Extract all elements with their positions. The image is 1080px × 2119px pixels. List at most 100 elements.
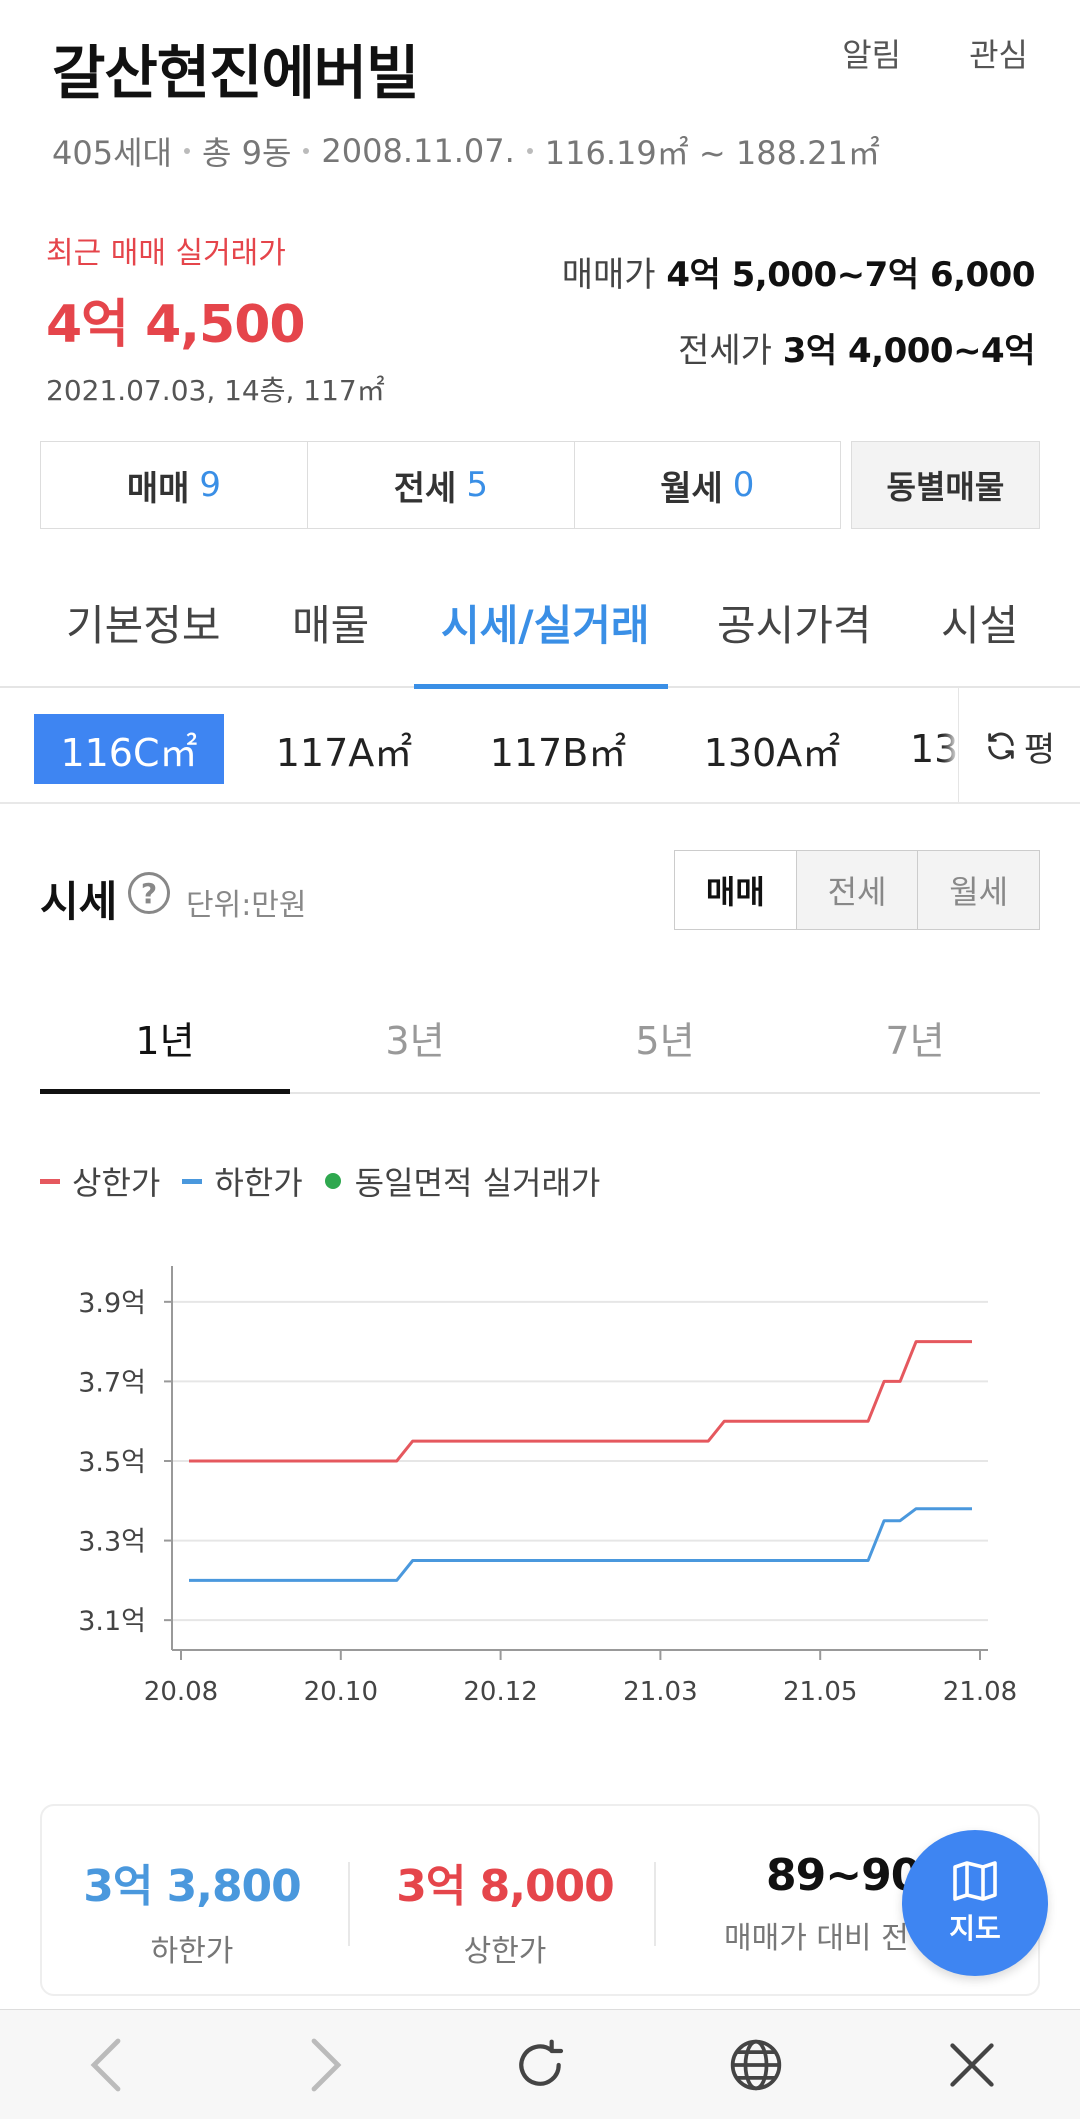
summary-lower-value: 3억 3,800 [83, 1861, 302, 1912]
back-button[interactable] [76, 2035, 136, 2095]
toggle-jeonse[interactable]: 전세 [795, 851, 918, 929]
top-links: 알림 관심 [842, 30, 1028, 76]
legend-deals: 동일면적 실거래가 [324, 1158, 601, 1204]
y-tick-label: 3.9억 [78, 1288, 146, 1319]
globe-button[interactable] [726, 2035, 786, 2095]
area-chip-130a[interactable]: 130A㎡ [682, 714, 862, 784]
browser-toolbar [0, 2009, 1080, 2119]
close-button[interactable] [942, 2035, 1002, 2095]
complex-info: 405세대 총 9동 2008.11.07. 116.19㎡ ~ 188.21㎡ [52, 128, 880, 174]
price-chart: 3.1억 3.3억 3.5억 3.7억 3.9억 20.08 20.10 20.12 21.03… [78, 1266, 1017, 1707]
chart-legend: 상한가 하한가 동일면적 실거래가 [40, 1158, 622, 1204]
unit-label: 단위:만원 [186, 888, 307, 923]
jeonse-price-range: 전세가 3억 4,000~4억 [562, 334, 1035, 368]
jeonse-price-label: 전세가 [678, 331, 772, 371]
tab-facilities[interactable]: 시설 [941, 592, 1018, 653]
area-chip-117a[interactable]: 117A㎡ [254, 714, 434, 784]
summary-upper: 3억 8,000 상한가 [360, 1850, 650, 1970]
legend-lower: 하한가 [182, 1158, 303, 1204]
favorite-link[interactable]: 관심 [969, 30, 1028, 76]
refresh-icon [988, 732, 1014, 760]
help-icon[interactable]: ? [128, 872, 170, 914]
map-button[interactable]: 지도 [902, 1830, 1048, 1976]
legend-lower-label: 하한가 [214, 1164, 303, 1202]
area-chip-116c[interactable]: 116C㎡ [34, 714, 224, 784]
forward-button[interactable] [296, 2035, 356, 2095]
main-tabs: 기본정보 매물 시세/실거래 공시가격 시설 [0, 560, 1080, 689]
x-tick-label: 21.05 [783, 1677, 857, 1707]
tab-basic-info[interactable]: 기본정보 [66, 592, 221, 653]
summary-lower: 3억 3,800 하한가 [52, 1850, 332, 1970]
toggle-monthly[interactable]: 월세 [917, 851, 1040, 929]
area-chip-117b[interactable]: 117B㎡ [468, 714, 648, 784]
jeonse-price-value: 3억 4,000~4억 [782, 331, 1036, 371]
y-tick-label: 3.5억 [78, 1447, 146, 1478]
price-section-header: 시세 ? 단위:만원 매매 전세 월세 [40, 850, 1040, 940]
sale-price-value: 4억 5,000~7억 6,000 [666, 255, 1035, 295]
household-count: 405세대 [52, 134, 172, 172]
period-tabs: 1년 3년 5년 7년 [40, 1000, 1040, 1094]
reload-button[interactable] [510, 2035, 570, 2095]
monthly-count-label: 월세 [660, 468, 723, 509]
separator-dot [303, 148, 310, 154]
period-tab-5y[interactable]: 5년 [540, 1000, 790, 1092]
period-tab-3y[interactable]: 3년 [290, 1000, 540, 1092]
toggle-sale[interactable]: 매매 [675, 851, 796, 929]
completion-date: 2008.11.07. [321, 132, 515, 170]
globe-icon [730, 2039, 782, 2091]
area-range: 116.19㎡ ~ 188.21㎡ [544, 134, 880, 172]
recent-trade-meta: 2021.07.03, 14층, 117㎡ [46, 374, 385, 407]
sale-price-range: 매매가 4억 5,000~7억 6,000 [561, 255, 1036, 295]
area-selector: 116C㎡ 117A㎡ 117B㎡ 130A㎡ 13 평 [0, 688, 1080, 804]
upper-price-line [189, 1340, 972, 1463]
x-tick-label: 20.08 [144, 1677, 218, 1707]
x-tick-label: 20.12 [463, 1677, 537, 1707]
jeonse-count-number: 5 [466, 465, 488, 505]
monthly-count-number: 0 [732, 465, 755, 505]
dong-listings-button[interactable]: 동별매물 [850, 441, 1040, 529]
tab-official-price[interactable]: 공시가격 [717, 592, 872, 653]
x-tick-label: 21.03 [623, 1677, 697, 1707]
map-icon [953, 1861, 997, 1901]
chevron-left-icon [90, 2038, 121, 2092]
x-tick-label: 21.08 [943, 1677, 1017, 1707]
reload-icon [519, 2039, 564, 2086]
legend-deals-swatch [324, 1173, 341, 1189]
alert-link[interactable]: 알림 [842, 30, 901, 76]
summary-upper-label: 상한가 [463, 1934, 547, 1969]
separator-dot [526, 148, 533, 154]
header: 갈산현진에버빌 알림 관심 405세대 총 9동 2008.11.07. 116… [0, 0, 1080, 200]
legend-deals-label: 동일면적 실거래가 [354, 1164, 601, 1202]
legend-upper: 상한가 [40, 1158, 160, 1204]
close-icon [950, 2043, 994, 2087]
recent-trade: 최근 매매 실거래가 4억 4,500 2021.07.03, 14층, 117… [46, 228, 385, 409]
tab-price-trades[interactable]: 시세/실거래 [441, 592, 650, 653]
period-tab-1y[interactable]: 1년 [40, 1000, 290, 1094]
recent-trade-price: 4억 4,500 [46, 295, 306, 355]
divider [348, 1862, 350, 1946]
y-tick-label: 3.7억 [78, 1367, 146, 1398]
sale-count-number: 9 [199, 465, 222, 505]
page-title: 갈산현진에버빌 [52, 39, 420, 107]
listing-counts: 매매 9 전세 5 월세 0 동별매물 [40, 441, 1040, 529]
tab-listings[interactable]: 매물 [292, 592, 369, 653]
monthly-count-button[interactable]: 월세 0 [573, 441, 841, 529]
summary-lower-label: 하한가 [150, 1934, 234, 1969]
jeonse-count-label: 전세 [393, 468, 457, 509]
pyeong-toggle-button[interactable]: 평 [958, 688, 1080, 802]
pyeong-label: 평 [1023, 729, 1056, 770]
sale-count-label: 매매 [126, 468, 190, 509]
divider [654, 1862, 656, 1946]
sale-count-button[interactable]: 매매 9 [40, 441, 307, 529]
building-count: 총 9동 [201, 134, 292, 172]
separator-dot [183, 148, 190, 154]
period-tab-7y[interactable]: 7년 [790, 1000, 1040, 1092]
sale-price-label: 매매가 [561, 255, 656, 295]
legend-lower-swatch [182, 1178, 203, 1184]
trade-type-toggle: 매매 전세 월세 [674, 850, 1040, 930]
price-section-title: 시세 [40, 877, 118, 926]
legend-upper-label: 상한가 [72, 1164, 161, 1202]
y-tick-label: 3.3억 [78, 1527, 146, 1558]
y-tick-label: 3.1억 [78, 1606, 146, 1637]
jeonse-count-button[interactable]: 전세 5 [306, 441, 574, 529]
